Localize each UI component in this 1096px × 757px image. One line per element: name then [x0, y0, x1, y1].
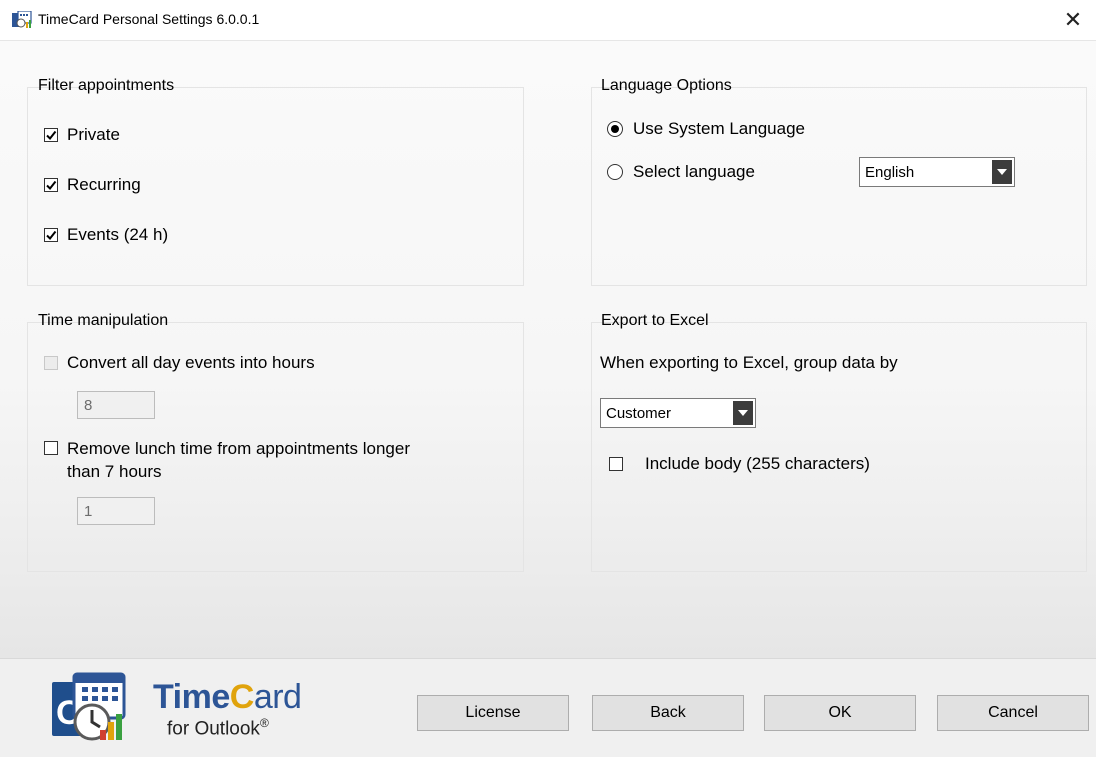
- filter-recurring-checkbox[interactable]: Recurring: [44, 175, 141, 195]
- filter-recurring-label: Recurring: [67, 175, 141, 194]
- window-title: TimeCard Personal Settings 6.0.0.1: [38, 11, 260, 27]
- filter-private-checkbox[interactable]: Private: [44, 125, 120, 145]
- language-dropdown-value: English: [865, 163, 915, 181]
- checkbox-unchecked-icon: [609, 457, 623, 471]
- select-language-radio[interactable]: Select language: [607, 162, 755, 182]
- convert-all-day-label: Convert all day events into hours: [67, 353, 315, 372]
- back-button[interactable]: Back: [592, 695, 744, 731]
- checkbox-checked-icon: [44, 178, 58, 192]
- brand-name: TimeCard: [153, 678, 302, 716]
- checkbox-unchecked-icon: [44, 441, 58, 455]
- convert-hours-input[interactable]: 8: [77, 391, 155, 419]
- language-options-title: Language Options: [601, 77, 732, 94]
- timecard-brand: TimeCard for Outlook®: [153, 678, 302, 739]
- chevron-down-icon: [733, 401, 753, 425]
- timecard-logo-icon: O: [52, 672, 128, 742]
- close-button[interactable]: ✕: [1050, 0, 1096, 40]
- language-dropdown[interactable]: English: [859, 157, 1015, 187]
- use-system-language-radio[interactable]: Use System Language: [607, 119, 805, 139]
- select-language-label: Select language: [633, 162, 755, 181]
- include-body-checkbox[interactable]: Include body (255 characters): [609, 454, 870, 474]
- export-excel-title: Export to Excel: [601, 312, 709, 329]
- export-description: When exporting to Excel, group data by: [600, 353, 898, 372]
- radio-unselected-icon: [607, 164, 623, 180]
- lunch-hours-input[interactable]: 1: [77, 497, 155, 525]
- license-button[interactable]: License: [417, 695, 569, 731]
- brand-subtitle: for Outlook®: [167, 716, 269, 740]
- remove-lunch-checkbox[interactable]: Remove lunch time from appointments long…: [44, 437, 410, 483]
- title-bar: TimeCard Personal Settings 6.0.0.1 ✕: [0, 0, 1096, 41]
- use-system-language-label: Use System Language: [633, 119, 805, 138]
- chevron-down-icon: [992, 160, 1012, 184]
- group-by-dropdown[interactable]: Customer: [600, 398, 756, 428]
- close-icon: ✕: [1063, 7, 1083, 32]
- remove-lunch-label: Remove lunch time from appointments long…: [67, 437, 410, 483]
- checkbox-checked-icon: [44, 128, 58, 142]
- filter-events-checkbox[interactable]: Events (24 h): [44, 225, 168, 245]
- cancel-button[interactable]: Cancel: [937, 695, 1089, 731]
- time-manipulation-title: Time manipulation: [38, 312, 169, 329]
- group-by-value: Customer: [606, 404, 672, 422]
- ok-button[interactable]: OK: [764, 695, 916, 731]
- filter-events-label: Events (24 h): [67, 225, 169, 244]
- remove-lunch-label-line2: than 7 hours: [67, 462, 162, 481]
- filter-private-label: Private: [67, 125, 120, 144]
- remove-lunch-label-line1: Remove lunch time from appointments long…: [67, 439, 410, 458]
- filter-appointments-title: Filter appointments: [38, 77, 175, 94]
- checkbox-checked-icon: [44, 228, 58, 242]
- timecard-app-icon: [12, 10, 32, 29]
- include-body-label: Include body (255 characters): [645, 454, 870, 473]
- convert-all-day-checkbox[interactable]: Convert all day events into hours: [44, 353, 315, 373]
- radio-selected-icon: [607, 121, 623, 137]
- checkbox-disabled-icon: [44, 356, 58, 370]
